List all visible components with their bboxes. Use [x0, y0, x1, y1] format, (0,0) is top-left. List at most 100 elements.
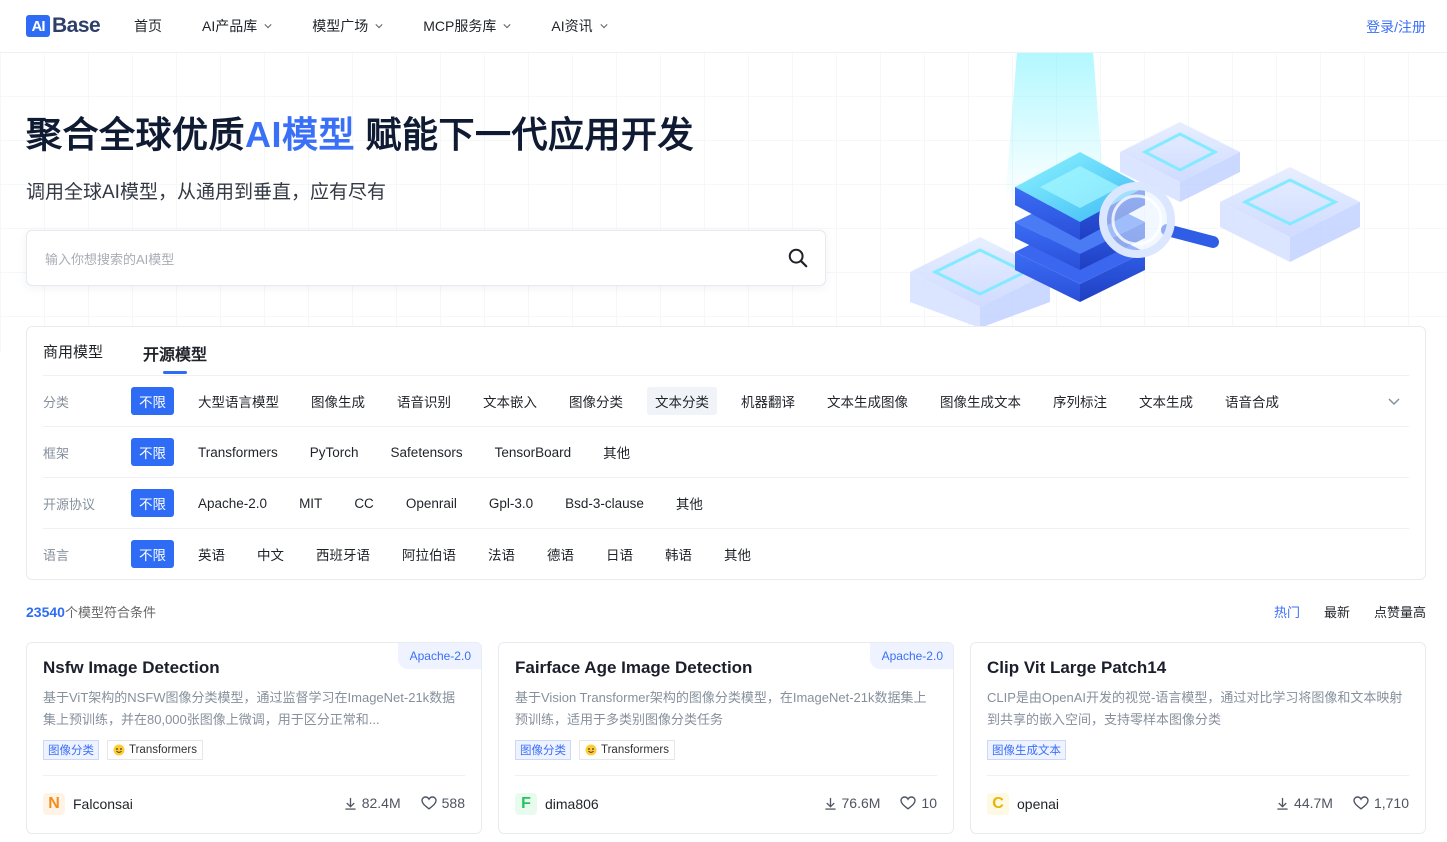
tag-list: 图像分类 Transformers	[43, 740, 203, 760]
filter-option[interactable]: Transformers	[198, 441, 278, 464]
filter-option[interactable]: 英语	[198, 540, 225, 568]
author-name: openai	[1017, 796, 1060, 812]
nav-item-0[interactable]: 首页	[134, 16, 162, 36]
author-info[interactable]: N Falconsai	[43, 793, 133, 815]
filter-option[interactable]: Openrail	[406, 492, 457, 515]
card-stats: 82.4M 588	[324, 795, 465, 811]
author-info[interactable]: Fdima806	[515, 793, 599, 815]
filter-option[interactable]: 机器翻译	[741, 387, 795, 415]
like-count[interactable]: 588	[420, 795, 465, 811]
model-card[interactable]: Apache-2.0 Fairface Age Image Detection 基于…	[498, 642, 954, 834]
filter-option[interactable]: 大型语言模型	[198, 387, 279, 415]
filter-option[interactable]: 语音合成	[1225, 387, 1279, 415]
expand-chevron-icon[interactable]	[1387, 394, 1401, 408]
sort-option-1[interactable]: 最新	[1324, 602, 1350, 621]
filter-option[interactable]: 图像生成文本	[940, 387, 1021, 415]
download-icon	[1277, 797, 1288, 810]
title-pre: 聚合全球优质	[26, 114, 246, 155]
nav-item-4[interactable]: AI资讯	[551, 16, 608, 36]
card-stats: 44.7M 1,710	[1256, 795, 1409, 811]
filter-option[interactable]: 中文	[257, 540, 284, 568]
hugging-face-icon	[585, 744, 597, 756]
search-icon[interactable]	[787, 247, 809, 269]
filter-option[interactable]: CC	[354, 492, 374, 515]
filter-option[interactable]: 文本嵌入	[483, 387, 537, 415]
nav-item-label: 首页	[134, 18, 162, 34]
category-tag[interactable]: 图像分类	[515, 740, 571, 760]
filter-option[interactable]: 语音识别	[397, 387, 451, 415]
like-count[interactable]: 10	[900, 795, 937, 811]
search-input[interactable]	[43, 231, 747, 287]
framework-label: Transformers	[129, 744, 197, 756]
download-icon	[824, 797, 836, 810]
framework-tag[interactable]: Transformers	[107, 740, 203, 760]
filter-option[interactable]: 其他	[603, 438, 630, 466]
filter-option[interactable]: 法语	[488, 540, 515, 568]
nav-item-3[interactable]: MCP服务库	[423, 16, 511, 36]
filter-option[interactable]: Bsd-3-clause	[565, 492, 644, 515]
heart-icon	[900, 796, 917, 810]
card-divider	[515, 775, 937, 776]
filter-option[interactable]: Safetensors	[391, 441, 463, 464]
aibase-logo[interactable]: AI Base	[26, 14, 101, 38]
like-value: 1,710	[1373, 795, 1409, 811]
filter-option[interactable]: 不限	[131, 387, 174, 415]
tag-list: 图像生成文本	[987, 740, 1074, 760]
tab-0[interactable]: 商用模型	[43, 341, 103, 375]
category-tag[interactable]: 图像分类	[43, 740, 99, 760]
download-value: 82.4M	[361, 795, 401, 811]
filter-option[interactable]: 文本生成	[1139, 387, 1193, 415]
nav-item-label: AI产品库	[202, 18, 258, 34]
filter-option[interactable]: 其他	[676, 489, 703, 517]
model-title[interactable]: Clip Vit Large Patch14	[987, 658, 1166, 678]
download-value: 44.7M	[1294, 795, 1333, 811]
filter-option[interactable]: 序列标注	[1053, 387, 1107, 415]
author-avatar: F	[515, 793, 537, 815]
filter-option[interactable]: 文本生成图像	[827, 387, 908, 415]
result-count: 23540个模型符合条件	[26, 602, 156, 621]
filter-option[interactable]: 文本分类	[647, 387, 717, 415]
author-name: Falconsai	[73, 796, 133, 812]
filter-option[interactable]: 阿拉伯语	[402, 540, 456, 568]
heart-icon	[420, 796, 437, 810]
category-tag[interactable]: 图像生成文本	[987, 740, 1066, 760]
filter-option[interactable]: 图像分类	[569, 387, 623, 415]
model-title[interactable]: Fairface Age Image Detection	[515, 658, 752, 678]
author-info[interactable]: Copenai	[987, 793, 1059, 815]
filter-option[interactable]: Gpl-3.0	[489, 492, 533, 515]
sort-option-2[interactable]: 点赞量高	[1374, 602, 1426, 621]
filter-option[interactable]: 不限	[131, 489, 174, 517]
tab-1[interactable]: 开源模型	[143, 341, 207, 375]
model-title[interactable]: Nsfw Image Detection	[43, 658, 220, 678]
login-register-link[interactable]: 登录/注册	[1366, 17, 1426, 37]
sort-options: 热门 最新 点赞量高	[1250, 602, 1426, 621]
model-card[interactable]: Apache-2.0 Nsfw Image Detection 基于ViT架构的NS…	[26, 642, 482, 834]
filter-option[interactable]: 不限	[131, 540, 174, 568]
filter-option[interactable]: 不限	[131, 438, 174, 466]
filter-option[interactable]: 韩语	[665, 540, 692, 568]
filter-option[interactable]: 其他	[724, 540, 751, 568]
filter-option[interactable]: 西班牙语	[316, 540, 370, 568]
filter-option[interactable]: 日语	[606, 540, 633, 568]
model-card[interactable]: Clip Vit Large Patch14 CLIP是由OpenAI开发的视觉-…	[970, 642, 1426, 834]
like-count[interactable]: 1,710	[1353, 795, 1409, 811]
title-highlight: AI模型	[245, 114, 356, 155]
filter-option[interactable]: TensorBoard	[495, 441, 572, 464]
framework-tag[interactable]: Transformers	[579, 740, 675, 760]
filter-option[interactable]: Apache-2.0	[198, 492, 267, 515]
filter-label: 开源协议	[43, 496, 96, 512]
chevron-down-icon	[503, 24, 511, 29]
title-post: 赋能下一代应用开发	[355, 114, 695, 155]
download-count: 76.6M	[824, 795, 880, 811]
filter-option[interactable]: PyTorch	[310, 441, 359, 464]
filter-row-0: 分类 不限 大型语言模型 图像生成 语音识别 文本嵌入 图像分类 文本分类 机器翻译 文本生成图像…	[43, 375, 1409, 426]
logo-mark: AI	[26, 15, 50, 37]
nav-item-1[interactable]: AI产品库	[202, 16, 272, 36]
filter-option[interactable]: 德语	[547, 540, 574, 568]
filter-row-1: 框架 不限 Transformers PyTorch Safetensors Tensor…	[43, 426, 1409, 477]
filter-option[interactable]: MIT	[299, 492, 322, 515]
nav-item-2[interactable]: 模型广场	[312, 16, 383, 36]
filter-option[interactable]: 图像生成	[311, 387, 365, 415]
sort-option-0[interactable]: 热门	[1274, 602, 1300, 621]
chevron-down-icon	[264, 24, 272, 29]
